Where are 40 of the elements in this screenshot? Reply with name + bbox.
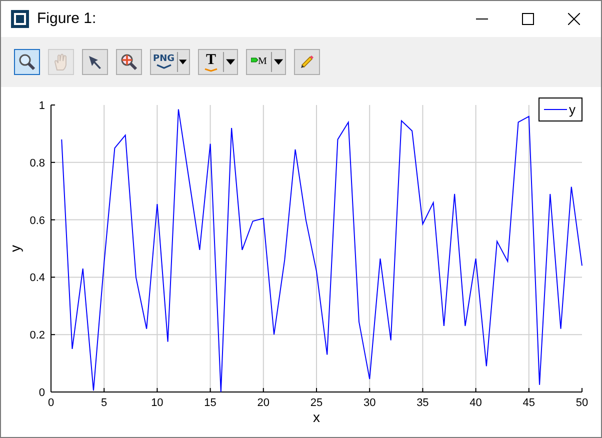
window-title: Figure 1: (37, 8, 96, 29)
minimize-icon (476, 18, 488, 20)
x-tick-label: 30 (363, 397, 376, 409)
arrow-pointer-icon (87, 54, 103, 70)
y-tick-label: 0.6 (30, 214, 45, 227)
tool-button[interactable] (116, 49, 142, 75)
pencil-icon (299, 54, 315, 70)
caret-icon (226, 59, 235, 65)
y-tick-label: 0.8 (30, 157, 45, 170)
y-axis-label: y (7, 245, 23, 252)
y-tick-label: 1 (38, 100, 45, 112)
tool-button[interactable] (14, 49, 40, 75)
dropdown-tool-button[interactable]: T (198, 49, 238, 75)
x-tick-label: 10 (151, 397, 164, 409)
x-tick-label: 0 (48, 397, 54, 409)
y-tick-label: 0 (38, 387, 45, 399)
tool-button[interactable] (82, 49, 108, 75)
x-tick-label: 25 (310, 397, 323, 409)
close-icon (568, 13, 580, 25)
x-tick-label: 45 (522, 397, 536, 409)
x-tick-label: 35 (416, 397, 429, 409)
x-tick-label: 20 (257, 397, 270, 409)
app-icon (11, 10, 29, 28)
legend: y (538, 98, 582, 122)
x-axis-label: x (313, 409, 320, 425)
dropdown-tool-button[interactable]: PNG (150, 49, 190, 75)
x-tick-label: 5 (101, 397, 108, 409)
y-tick-label: 0.2 (30, 330, 45, 342)
hand-icon (53, 53, 69, 71)
magnifier-crosshair-icon (120, 53, 138, 71)
maximize-icon (522, 13, 534, 25)
magnifier-icon (18, 53, 36, 71)
legend-label: y (569, 102, 576, 117)
dropdown-tool-button[interactable]: M (246, 49, 286, 75)
caret-icon (179, 59, 187, 65)
y-tick-label: 0.4 (30, 272, 45, 284)
caret-icon (274, 59, 283, 65)
x-tick-label: 40 (470, 397, 482, 409)
x-tick-label: 50 (576, 397, 588, 409)
x-tick-label: 15 (204, 397, 216, 409)
